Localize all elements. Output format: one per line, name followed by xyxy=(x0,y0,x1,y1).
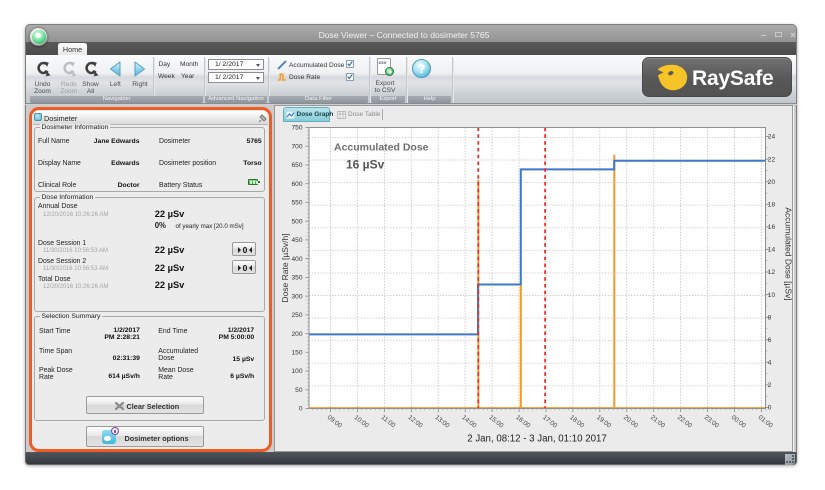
svg-text:18: 18 xyxy=(767,202,775,209)
svg-text:11:00: 11:00 xyxy=(379,414,396,429)
svg-text:250: 250 xyxy=(291,312,302,319)
svg-text:4: 4 xyxy=(767,360,771,367)
svg-text:350: 350 xyxy=(291,275,302,282)
svg-text:10: 10 xyxy=(767,292,775,299)
svg-text:200: 200 xyxy=(291,331,302,338)
svg-text:Accumulated Dose: Accumulated Dose xyxy=(334,142,429,154)
svg-text:16 µSv: 16 µSv xyxy=(346,158,385,172)
svg-text:24: 24 xyxy=(767,134,775,141)
svg-text:10:00: 10:00 xyxy=(352,414,369,430)
svg-text:50: 50 xyxy=(295,387,303,394)
svg-text:8: 8 xyxy=(767,314,771,321)
svg-text:14: 14 xyxy=(767,247,775,254)
svg-text:450: 450 xyxy=(291,237,302,244)
svg-text:17:00: 17:00 xyxy=(541,414,558,430)
svg-text:12: 12 xyxy=(767,269,775,276)
svg-text:16:00: 16:00 xyxy=(514,414,531,430)
svg-text:6: 6 xyxy=(767,337,771,344)
svg-text:19:00: 19:00 xyxy=(595,414,612,430)
svg-text:500: 500 xyxy=(291,218,302,225)
svg-text:0: 0 xyxy=(767,405,771,412)
svg-text:20: 20 xyxy=(767,179,775,186)
svg-text:750: 750 xyxy=(291,125,302,132)
svg-text:22: 22 xyxy=(767,156,775,163)
svg-text:21:00: 21:00 xyxy=(648,414,665,430)
svg-text:16: 16 xyxy=(767,224,775,231)
svg-text:2: 2 xyxy=(767,382,771,389)
svg-text:18:00: 18:00 xyxy=(568,414,585,430)
svg-text:150: 150 xyxy=(291,350,302,357)
svg-text:14:00: 14:00 xyxy=(460,414,477,430)
svg-text:0: 0 xyxy=(243,245,248,255)
svg-text:23:00: 23:00 xyxy=(702,414,719,430)
svg-text:0: 0 xyxy=(298,406,302,413)
svg-text:0: 0 xyxy=(243,263,248,273)
svg-text:12:00: 12:00 xyxy=(406,414,423,430)
svg-text:00:00: 00:00 xyxy=(729,414,746,430)
svg-text:650: 650 xyxy=(291,162,302,169)
svg-text:700: 700 xyxy=(291,143,302,150)
svg-text:300: 300 xyxy=(291,293,302,300)
svg-text:550: 550 xyxy=(291,200,302,207)
svg-text:Dose Rate [µSv/h]: Dose Rate [µSv/h] xyxy=(279,233,289,302)
svg-text:100: 100 xyxy=(291,368,302,375)
svg-text:01:00: 01:00 xyxy=(756,414,773,430)
svg-text:2 Jan, 08:12 - 3 Jan, 01:10 20: 2 Jan, 08:12 - 3 Jan, 01:10 2017 xyxy=(467,434,607,445)
svg-text:Accumulated Dose [µSv]: Accumulated Dose [µSv] xyxy=(783,207,793,300)
svg-text:09:00: 09:00 xyxy=(325,414,342,430)
svg-text:22:00: 22:00 xyxy=(675,414,692,430)
svg-text:13:00: 13:00 xyxy=(433,414,450,430)
svg-text:400: 400 xyxy=(291,256,302,263)
svg-text:20:00: 20:00 xyxy=(621,414,638,430)
svg-text:600: 600 xyxy=(291,181,302,188)
svg-text:15:00: 15:00 xyxy=(487,414,504,430)
